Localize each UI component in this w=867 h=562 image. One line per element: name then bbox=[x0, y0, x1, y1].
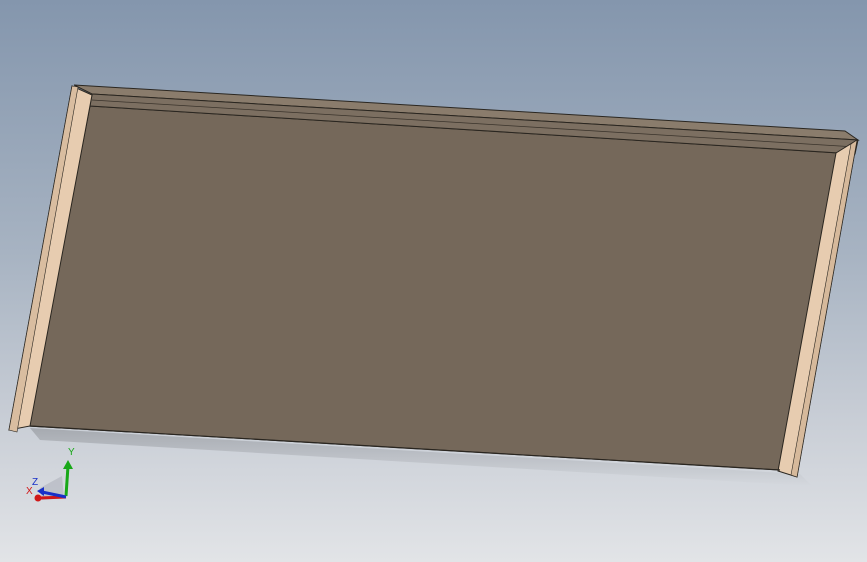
model-view[interactable] bbox=[0, 0, 867, 562]
z-axis-label: Z bbox=[32, 477, 38, 488]
back-panel-face[interactable] bbox=[27, 105, 839, 471]
y-axis-line bbox=[64, 465, 70, 497]
x-axis-arrow-icon bbox=[34, 494, 42, 502]
y-axis-arrow-icon bbox=[63, 460, 73, 469]
reference-triad[interactable]: Y X Z bbox=[24, 440, 84, 510]
graphics-viewport[interactable]: Y X Z bbox=[0, 0, 867, 562]
y-axis-label: Y bbox=[68, 447, 75, 458]
